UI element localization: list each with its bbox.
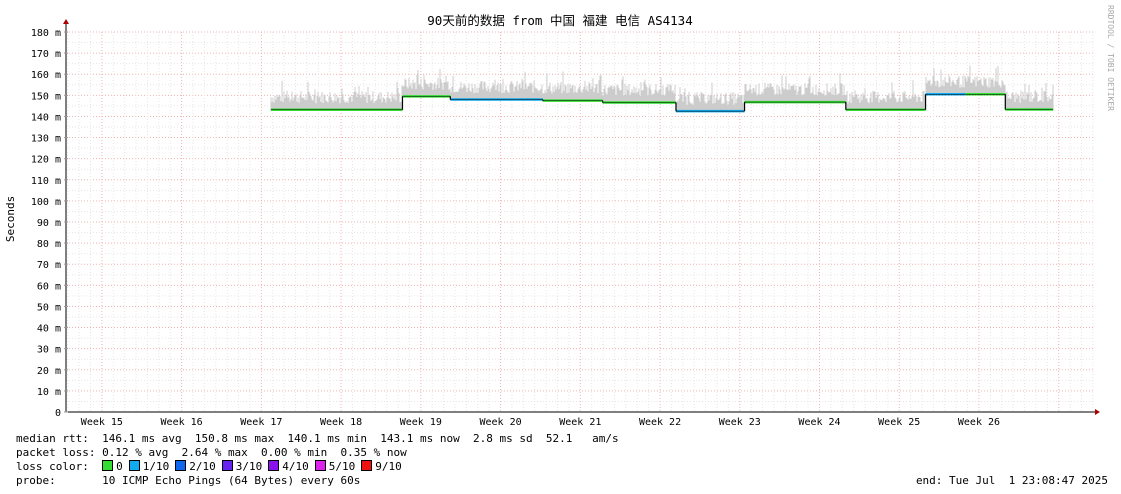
- y-tick-label: 90 m: [37, 218, 61, 229]
- loss-legend-item: 4/10: [268, 460, 309, 473]
- median-rtt-row: median rtt: 146.1 ms avg 150.8 ms max 14…: [16, 432, 1108, 445]
- y-tick-label: 130 m: [31, 134, 61, 145]
- x-tick-label: Week 26: [958, 417, 1000, 428]
- median-rtt-label: median rtt:: [16, 432, 89, 445]
- loss-legend-item: 2/10: [175, 460, 216, 473]
- y-tick-label: 110 m: [31, 176, 61, 187]
- loss-legend-label: 1/10: [142, 460, 170, 473]
- loss-legend-label: 9/10: [375, 460, 402, 473]
- median-rtt-values: 146.1 ms avg 150.8 ms max 140.1 ms min 1…: [102, 432, 619, 445]
- y-tick-label: 50 m: [37, 302, 61, 313]
- loss-color-swatch: [102, 460, 114, 471]
- loss-legend-label: 0: [116, 460, 123, 473]
- packet-loss-label: packet loss:: [16, 446, 96, 459]
- loss-legend-label: 5/10: [328, 460, 356, 473]
- x-tick-label: Week 22: [639, 417, 681, 428]
- loss-color-swatch: [314, 460, 326, 471]
- y-tick-label: 30 m: [37, 345, 61, 356]
- x-tick-label: Week 21: [559, 417, 601, 428]
- smokeping-chart: 90天前的数据 from 中国 福建 电信 AS4134 Seconds RRD…: [4, 5, 1115, 428]
- y-tick-label: 150 m: [31, 91, 61, 102]
- loss-legend-item: 0: [102, 460, 123, 473]
- probe-label: probe:: [16, 474, 56, 487]
- loss-legend-item: 3/10: [221, 460, 263, 473]
- y-tick-label: 160 m: [31, 70, 61, 81]
- end-time: end: Tue Jul 1 23:08:47 2025: [915, 474, 1108, 487]
- loss-legend-label: 4/10: [282, 460, 309, 473]
- loss-legend-item: 5/10: [314, 460, 356, 473]
- packet-loss-values: 0.12 % avg 2.64 % max 0.00 % min 0.35 % …: [102, 446, 407, 459]
- loss-legend: 0 1/10 2/10 3/10 4/10 5/10 9/10: [102, 460, 408, 473]
- y-tick-label: 0: [55, 408, 61, 419]
- y-tick-label: 20 m: [37, 366, 61, 377]
- x-tick-label: Week 24: [798, 417, 840, 428]
- y-tick-label: 40 m: [37, 324, 61, 335]
- y-tick-label: 100 m: [31, 197, 61, 208]
- y-tick-label: 140 m: [31, 112, 61, 123]
- loss-color-swatch: [268, 460, 280, 471]
- x-tick-label: Week 17: [240, 417, 282, 428]
- packet-loss-row: packet loss: 0.12 % avg 2.64 % max 0.00 …: [16, 446, 1108, 459]
- x-tick-label: Week 25: [878, 417, 920, 428]
- probe-value: 10 ICMP Echo Pings (64 Bytes) every 60s: [102, 474, 361, 487]
- loss-legend-item: 9/10: [361, 460, 402, 473]
- y-tick-label: 170 m: [31, 49, 61, 60]
- watermark: RRDTOOL / TOBI OETIKER: [1106, 5, 1115, 111]
- loss-legend-label: 2/10: [189, 460, 216, 473]
- y-axis-label: Seconds: [4, 196, 17, 242]
- loss-color-swatch: [361, 460, 373, 471]
- y-axis-arrow: [63, 19, 69, 24]
- probe-row: probe: 10 ICMP Echo Pings (64 Bytes) eve…: [16, 474, 1108, 487]
- loss-color-row: loss color: 0 1/10 2/10 3/10 4/10 5/10 9/10: [16, 460, 1108, 473]
- y-tick-label: 10 m: [37, 387, 61, 398]
- x-tick-label: Week 23: [719, 417, 761, 428]
- chart-title: 90天前的数据 from 中国 福建 电信 AS4134: [427, 13, 692, 28]
- y-tick-label: 70 m: [37, 260, 61, 271]
- x-tick-label: Week 16: [161, 417, 203, 428]
- y-tick-label: 120 m: [31, 155, 61, 166]
- y-tick-label: 180 m: [31, 28, 61, 39]
- loss-legend-item: 1/10: [128, 460, 170, 473]
- y-tick-label: 60 m: [37, 281, 61, 292]
- x-tick-label: Week 20: [479, 417, 521, 428]
- x-tick-label: Week 19: [400, 417, 442, 428]
- loss-color-swatch: [175, 460, 187, 471]
- loss-legend-label: 3/10: [235, 460, 263, 473]
- loss-color-swatch: [128, 460, 140, 471]
- loss-color-label: loss color:: [16, 460, 89, 473]
- x-tick-label: Week 15: [81, 417, 123, 428]
- x-tick-label: Week 18: [320, 417, 362, 428]
- loss-color-swatch: [221, 460, 233, 471]
- y-tick-label: 80 m: [37, 239, 61, 250]
- x-axis-arrow: [1095, 409, 1100, 415]
